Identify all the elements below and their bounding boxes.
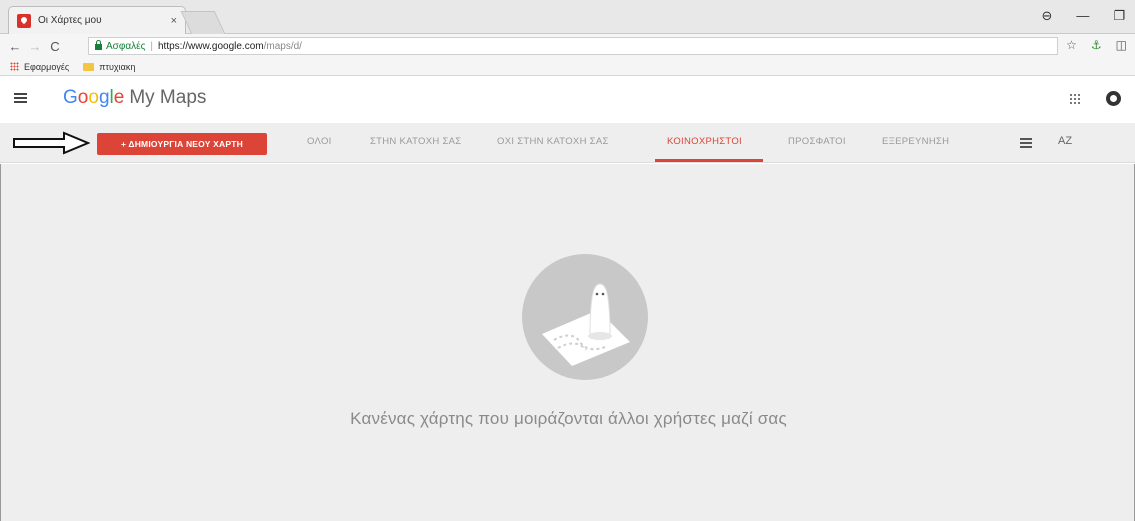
browser-tab[interactable]: Οι Χάρτες μου × (8, 6, 186, 34)
apps-grid-icon (10, 62, 19, 71)
url-path: /maps/d/ (263, 40, 302, 52)
bookmark-apps[interactable]: Εφαρμογές (24, 62, 69, 72)
window-controls: ⊖ — ❐ (1041, 8, 1135, 24)
url-host: https://www.google.com (158, 40, 264, 52)
lock-icon (95, 40, 102, 50)
profile-icon[interactable]: ⊖ (1041, 8, 1052, 24)
google-apps-icon[interactable] (1069, 93, 1081, 105)
tab-all[interactable]: ΟΛΟΙ (307, 136, 332, 147)
tab-recent[interactable]: ΠΡΟΣΦΑΤΟΙ (788, 136, 846, 147)
new-tab-button[interactable] (180, 11, 226, 34)
bookmarks-bar: Εφαρμογές πτυχιακη (0, 58, 1135, 76)
tab-explore[interactable]: ΕΞΕΡΕΥΝΗΣΗ (882, 136, 949, 147)
address-bar[interactable]: Ασφαλές | https://www.google.com/maps/d/ (88, 37, 1058, 55)
account-avatar-icon[interactable] (1106, 91, 1121, 106)
forward-button[interactable]: → (26, 39, 44, 54)
menu-icon[interactable] (14, 93, 27, 103)
toolbar-actions: ☆ ⚓ ◫ (1066, 38, 1127, 52)
arrow-right-icon (13, 131, 90, 155)
tab-not-owned[interactable]: ΟΧΙ ΣΤΗΝ ΚΑΤΟΧΗ ΣΑΣ (497, 136, 609, 147)
folder-icon (83, 62, 95, 71)
tab-owned[interactable]: ΣΤΗΝ ΚΑΤΟΧΗ ΣΑΣ (370, 136, 461, 147)
security-label: Ασφαλές (106, 40, 146, 52)
maps-list-area: Κανένας χάρτης που μοιράζονται άλλοι χρή… (0, 164, 1135, 521)
product-name: My Maps (129, 87, 207, 108)
minimize-icon[interactable]: — (1076, 8, 1089, 24)
browser-toolbar: ← → C Ασφαλές | https://www.google.com/m… (0, 34, 1135, 58)
app-header: Google My Maps (0, 77, 1135, 123)
list-view-icon[interactable] (1020, 138, 1032, 148)
app-logo[interactable]: Google My Maps (63, 87, 206, 109)
active-tab-indicator (655, 159, 763, 162)
restore-icon[interactable]: ❐ (1113, 8, 1125, 24)
extension-icon[interactable]: ⚓ (1091, 38, 1102, 52)
empty-state-map-icon (522, 254, 648, 380)
empty-state-message: Κανένας χάρτης που μοιράζονται άλλοι χρή… (350, 409, 787, 428)
create-new-map-button[interactable]: + ΔΗΜΙΟΥΡΓΙΑ ΝΕΟΥ ΧΑΡΤΗ (97, 133, 267, 155)
tab-shared[interactable]: ΚΟΙΝΟΧΡΗΣΤΟΙ (667, 136, 742, 147)
browser-tab-title: Οι Χάρτες μου (38, 15, 102, 26)
close-tab-icon[interactable]: × (171, 15, 177, 27)
reload-button[interactable]: C (46, 39, 64, 54)
camera-extension-icon[interactable]: ◫ (1116, 38, 1127, 52)
filter-toolbar: + ΔΗΜΙΟΥΡΓΙΑ ΝΕΟΥ ΧΑΡΤΗ ΟΛΟΙ ΣΤΗΝ ΚΑΤΟΧΗ… (0, 123, 1135, 163)
back-button[interactable]: ← (6, 39, 24, 54)
browser-tab-strip: Οι Χάρτες μου × ⊖ — ❐ (0, 0, 1135, 34)
bookmark-folder[interactable]: πτυχιακη (99, 62, 135, 72)
bookmark-star-icon[interactable]: ☆ (1066, 38, 1077, 52)
my-maps-favicon-icon (17, 13, 31, 28)
sort-az-icon[interactable]: AZ (1058, 135, 1072, 147)
